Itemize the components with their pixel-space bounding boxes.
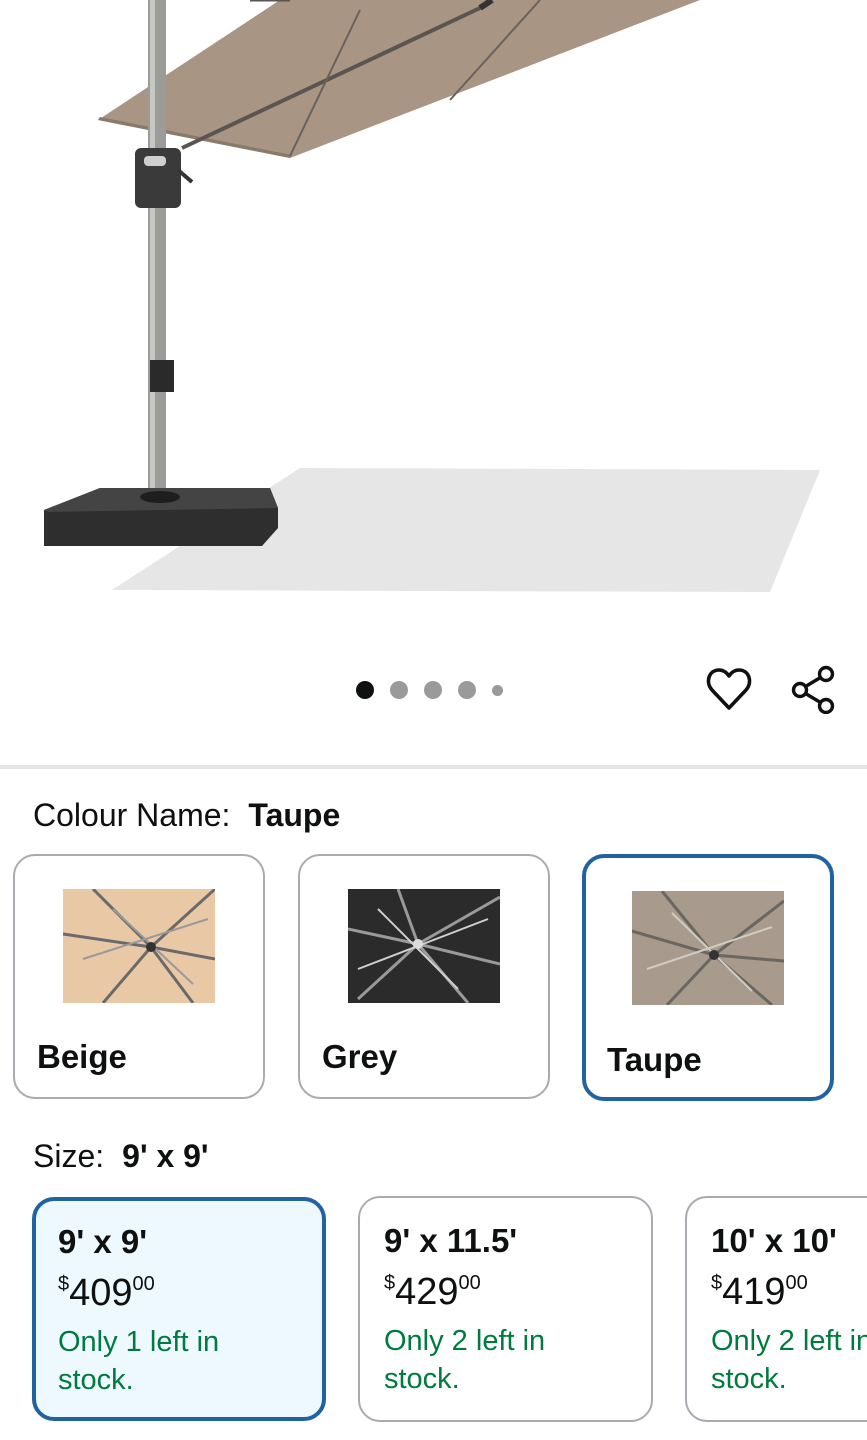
stock-status: Only 2 left in stock. — [711, 1322, 867, 1398]
heart-outline-icon[interactable] — [704, 664, 754, 714]
colour-option-label: Beige — [37, 1038, 127, 1075]
carousel-dot[interactable] — [424, 681, 442, 699]
size-label: Size: 9' x 9' — [33, 1138, 209, 1175]
price-currency: $ — [711, 1272, 723, 1294]
stock-line: Only 2 left in — [711, 1325, 867, 1357]
stock-status: Only 1 left in stock. — [58, 1323, 322, 1399]
stock-line: Only 1 left in — [58, 1326, 220, 1358]
price-cents: 00 — [458, 1272, 481, 1294]
price-currency: $ — [384, 1272, 396, 1294]
taupe-umbrella-thumbnail — [632, 891, 784, 1005]
colour-swatch-grey[interactable]: Grey — [298, 854, 550, 1099]
colour-option-label: Taupe — [607, 1041, 702, 1078]
beige-umbrella-thumbnail — [63, 889, 215, 1003]
carousel-dot[interactable] — [390, 681, 408, 699]
grey-umbrella-thumbnail — [348, 889, 500, 1003]
price-whole: 429 — [395, 1271, 459, 1313]
price-cents: 00 — [132, 1273, 155, 1295]
colour-swatch-beige[interactable]: Beige — [13, 854, 265, 1099]
size-option-price: $41900 — [711, 1272, 867, 1312]
stock-line: Only 2 left in — [384, 1325, 546, 1357]
carousel-dot-active[interactable] — [356, 681, 374, 699]
colour-label-text: Colour Name: — [33, 797, 231, 833]
share-icon[interactable] — [788, 664, 838, 715]
stock-line: stock. — [711, 1363, 787, 1395]
product-image[interactable] — [0, 0, 867, 660]
image-carousel-indicator[interactable] — [356, 680, 519, 700]
carousel-dot[interactable] — [492, 684, 503, 696]
price-whole: 419 — [722, 1271, 786, 1313]
stock-status: Only 2 left in stock. — [384, 1322, 651, 1398]
stock-line: stock. — [384, 1363, 460, 1395]
section-divider — [0, 765, 867, 769]
carousel-dot[interactable] — [458, 681, 476, 699]
size-selected-value: 9' x 9' — [122, 1138, 209, 1174]
size-option-title: 10' x 10' — [711, 1222, 837, 1259]
size-option-9x9[interactable]: 9' x 9' $40900 Only 1 left in stock. — [32, 1197, 326, 1421]
size-label-text: Size: — [33, 1138, 105, 1174]
size-option-price: $42900 — [384, 1272, 651, 1312]
colour-option-label: Grey — [322, 1038, 398, 1075]
stock-line: stock. — [58, 1364, 134, 1396]
colour-swatch-taupe[interactable]: Taupe — [582, 854, 834, 1101]
price-whole: 409 — [69, 1272, 133, 1314]
colour-name-label: Colour Name: Taupe — [33, 797, 340, 834]
size-option-title: 9' x 9' — [58, 1223, 148, 1260]
price-cents: 00 — [785, 1272, 808, 1294]
size-option-title: 9' x 11.5' — [384, 1222, 518, 1259]
size-option-price: $40900 — [58, 1273, 322, 1313]
size-option-9x11-5[interactable]: 9' x 11.5' $42900 Only 2 left in stock. — [358, 1196, 653, 1422]
colour-selected-value: Taupe — [248, 797, 341, 833]
price-currency: $ — [58, 1273, 70, 1295]
size-option-10x10[interactable]: 10' x 10' $41900 Only 2 left in stock. — [685, 1196, 867, 1422]
